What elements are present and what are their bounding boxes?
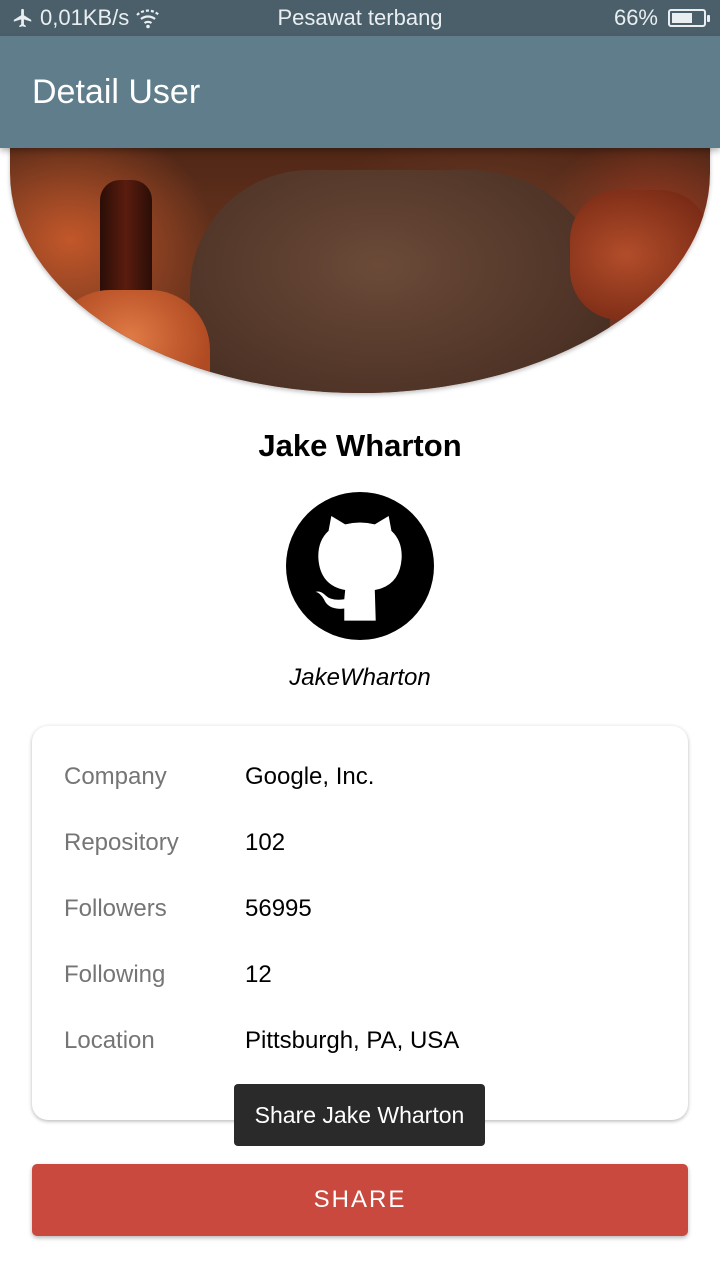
info-row-repository: Repository 102 xyxy=(32,829,688,869)
share-button[interactable]: SHARE xyxy=(32,1164,688,1236)
info-label: Company xyxy=(64,763,167,790)
username: JakeWharton xyxy=(289,664,431,691)
user-name: Jake Wharton xyxy=(258,428,462,463)
user-info-card: Company Google, Inc. Repository 102 Foll… xyxy=(32,726,688,1120)
info-label: Repository xyxy=(64,829,179,856)
status-bar: 0,01KB/s Pesawat terbang 66% xyxy=(0,0,720,36)
app-bar: Detail User xyxy=(0,36,720,148)
github-octocat-icon xyxy=(286,492,434,640)
info-label: Location xyxy=(64,1027,155,1054)
photo-arm xyxy=(570,190,710,320)
airplane-mode-icon xyxy=(13,8,32,28)
wifi-icon xyxy=(136,9,161,29)
toast-message: Share Jake Wharton xyxy=(234,1084,485,1146)
status-right: 66% xyxy=(613,5,710,31)
info-row-followers: Followers 56995 xyxy=(32,895,688,935)
battery-icon xyxy=(668,9,710,27)
info-row-company: Company Google, Inc. xyxy=(32,763,688,803)
photo-shirt xyxy=(190,170,610,393)
status-left: 0,01KB/s xyxy=(12,5,161,31)
info-value: Google, Inc. xyxy=(245,763,375,790)
info-value: Pittsburgh, PA, USA xyxy=(245,1027,460,1054)
info-label: Following xyxy=(64,961,166,988)
battery-fill xyxy=(672,13,692,23)
page-title: Detail User xyxy=(32,73,201,111)
info-label: Followers xyxy=(64,895,167,922)
info-row-location: Location Pittsburgh, PA, USA xyxy=(32,1027,688,1067)
info-value: 102 xyxy=(245,829,286,856)
network-speed: 0,01KB/s xyxy=(40,5,130,30)
info-value: 56995 xyxy=(245,895,312,922)
info-value: 12 xyxy=(245,961,272,988)
info-row-following: Following 12 xyxy=(32,961,688,1001)
battery-percent: 66% xyxy=(613,5,658,30)
photo-hand xyxy=(50,290,210,393)
